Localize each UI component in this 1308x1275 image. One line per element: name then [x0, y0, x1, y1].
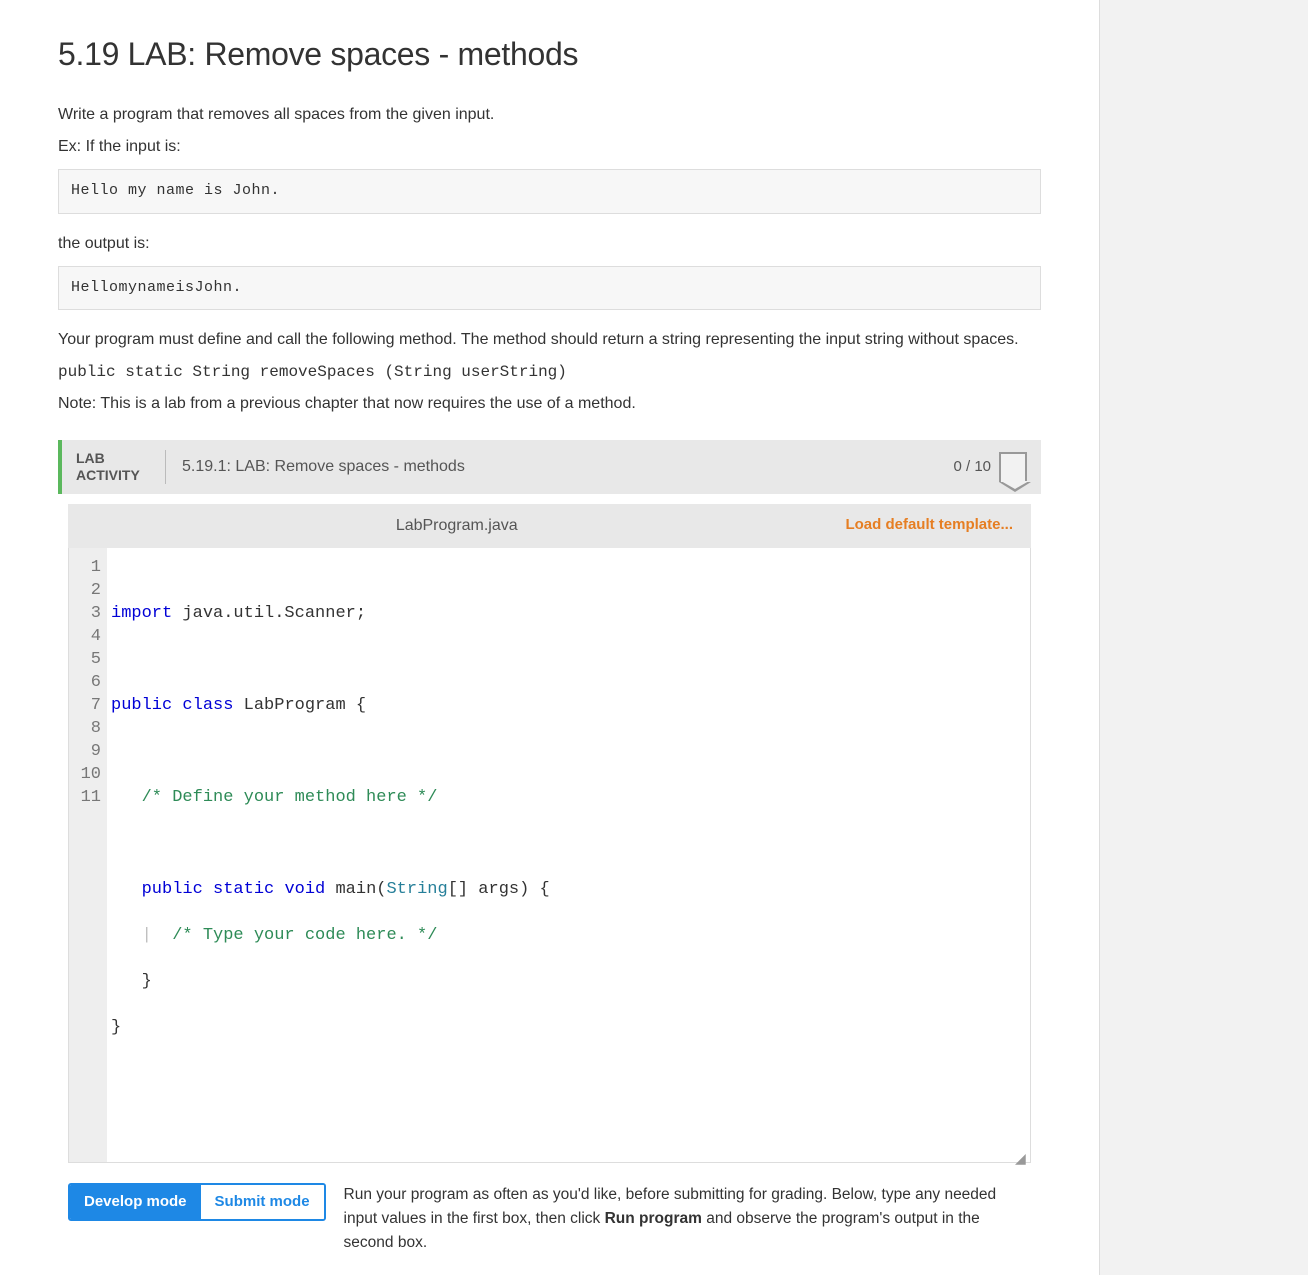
line-number: 7 — [77, 694, 101, 717]
note-paragraph: Note: This is a lab from a previous chap… — [58, 392, 1041, 416]
lab-score: 0 / 10 — [953, 456, 991, 479]
resize-grip-icon[interactable]: ◢ — [1015, 1149, 1027, 1161]
example-input-label: Ex: If the input is: — [58, 135, 1041, 159]
develop-mode-button[interactable]: Develop mode — [70, 1185, 201, 1220]
lab-page: 5.19 LAB: Remove spaces - methods Write … — [0, 0, 1100, 1275]
code-editor[interactable]: 1 2 3 4 5 6 7 8 9 10 11 import java.util… — [68, 548, 1031, 1163]
code-line: } — [111, 1016, 1030, 1039]
line-number: 8 — [77, 717, 101, 740]
mode-row: Develop mode Submit mode Run your progra… — [58, 1163, 1041, 1255]
line-number: 4 — [77, 625, 101, 648]
example-output-box: HellomynameisJohn. — [58, 266, 1041, 311]
bookmark-icon[interactable] — [999, 452, 1027, 482]
code-comment: /* Type your code here. */ — [172, 926, 437, 945]
mode-toggle[interactable]: Develop mode Submit mode — [68, 1183, 326, 1222]
line-number: 3 — [77, 602, 101, 625]
code-token: LabProgram { — [233, 696, 366, 715]
lab-activity-container: LAB ACTIVITY 5.19.1: LAB: Remove spaces … — [58, 440, 1041, 494]
code-line: } — [111, 970, 1030, 993]
mode-description: Run your program as often as you'd like,… — [344, 1183, 1031, 1255]
line-number: 9 — [77, 740, 101, 763]
editor-tab-bar: LabProgram.java Load default template... — [68, 504, 1031, 548]
page-title: 5.19 LAB: Remove spaces - methods — [58, 30, 1041, 78]
submit-mode-button[interactable]: Submit mode — [201, 1185, 324, 1220]
code-token: java.util.Scanner; — [172, 604, 366, 623]
code-comment: /* Define your method here */ — [142, 788, 438, 807]
method-signature: public static String removeSpaces (Strin… — [58, 360, 1041, 384]
line-number: 10 — [77, 763, 101, 786]
code-token: String — [386, 880, 447, 899]
lab-activity-label: LAB ACTIVITY — [76, 450, 166, 484]
code-token: public — [111, 696, 172, 715]
code-token: static — [213, 880, 274, 899]
code-token: public — [142, 880, 203, 899]
example-output-label: the output is: — [58, 232, 1041, 256]
line-number: 2 — [77, 579, 101, 602]
lab-header: LAB ACTIVITY 5.19.1: LAB: Remove spaces … — [62, 440, 1041, 494]
filename-label: LabProgram.java — [68, 514, 845, 538]
code-area[interactable]: import java.util.Scanner; public class L… — [107, 548, 1030, 1162]
line-number-gutter: 1 2 3 4 5 6 7 8 9 10 11 — [69, 548, 107, 1162]
line-number: 6 — [77, 671, 101, 694]
line-number: 11 — [77, 786, 101, 809]
load-default-template-link[interactable]: Load default template... — [845, 514, 1031, 537]
line-number: 1 — [77, 556, 101, 579]
example-input-box: Hello my name is John. — [58, 169, 1041, 214]
run-program-label: Run program — [605, 1210, 702, 1227]
code-token: void — [284, 880, 325, 899]
intro-paragraph: Write a program that removes all spaces … — [58, 103, 1041, 127]
code-token: [] args) { — [448, 880, 550, 899]
code-token: import — [111, 604, 172, 623]
line-number: 5 — [77, 648, 101, 671]
lab-body: LabProgram.java Load default template...… — [54, 504, 1041, 1255]
method-instruction: Your program must define and call the fo… — [58, 328, 1041, 352]
code-token: class — [182, 696, 233, 715]
code-token: main( — [325, 880, 386, 899]
lab-activity-title: 5.19.1: LAB: Remove spaces - methods — [166, 455, 953, 479]
